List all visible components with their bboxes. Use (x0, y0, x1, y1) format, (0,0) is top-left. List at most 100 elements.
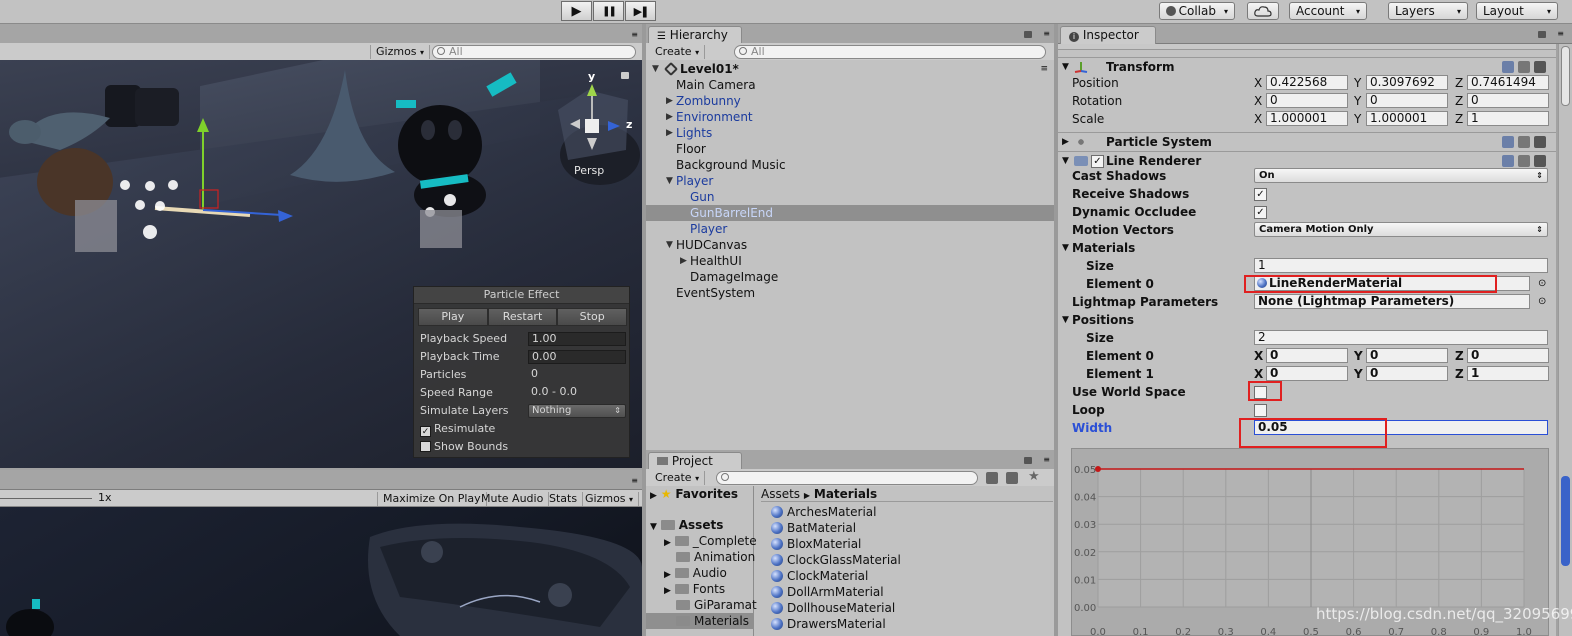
position-element0-y-field[interactable]: 0 (1366, 348, 1448, 363)
position-z-field[interactable]: 0.7461494 (1467, 75, 1549, 90)
rotation-x-field[interactable]: 0 (1266, 93, 1348, 108)
lock-icon[interactable] (1024, 457, 1032, 464)
resimulate-checkbox[interactable]: ✓ (420, 426, 431, 437)
position-y-field[interactable]: 0.3097692 (1366, 75, 1448, 90)
position-x-field[interactable]: 0.422568 (1266, 75, 1348, 90)
positions-size-field[interactable]: 2 (1254, 330, 1548, 345)
help-icon[interactable] (1502, 136, 1514, 148)
playback-time-field[interactable]: 0.00 (528, 350, 626, 364)
position-element0-z-field[interactable]: 0 (1467, 348, 1549, 363)
lightmap-field[interactable]: None (Lightmap Parameters) (1254, 294, 1530, 309)
step-button[interactable]: ▶❚ (625, 1, 656, 21)
position-element0-x-field[interactable]: 0 (1266, 348, 1348, 363)
expand-arrow-icon[interactable]: ▶ (664, 538, 671, 548)
expand-arrow-icon[interactable]: ▶ (666, 93, 673, 109)
scale-y-field[interactable]: 1.000001 (1366, 111, 1448, 126)
object-picker-icon[interactable]: ⊙ (1538, 293, 1546, 311)
help-icon[interactable] (1502, 61, 1514, 73)
inspector-scrollbar[interactable] (1558, 44, 1572, 636)
gear-icon[interactable] (1534, 155, 1546, 167)
filter-type-icon[interactable] (986, 472, 998, 484)
receive-shadows-checkbox[interactable]: ✓ (1254, 188, 1267, 201)
breadcrumb-materials[interactable]: Materials (814, 487, 877, 501)
asset-item[interactable]: BatMaterial (771, 520, 856, 536)
asset-item[interactable]: DrawersMaterial (771, 616, 886, 632)
preset-icon[interactable] (1518, 61, 1530, 73)
width-curve-field[interactable]: 0.05 (1254, 420, 1548, 435)
panel-menu-icon[interactable]: ≡ (1040, 61, 1048, 77)
loop-checkbox[interactable] (1254, 404, 1267, 417)
position-element1-x-field[interactable]: 0 (1266, 366, 1348, 381)
asset-item[interactable]: ClockGlassMaterial (771, 552, 901, 568)
account-dropdown[interactable]: Account ▾ (1289, 2, 1367, 20)
layers-dropdown[interactable]: Layers ▾ (1388, 2, 1468, 20)
hierarchy-item[interactable]: Floor (646, 141, 1054, 157)
game-gizmos-dropdown[interactable]: Gizmos ▾ (580, 492, 640, 506)
expand-arrow-icon[interactable]: ▼ (666, 173, 673, 189)
scene-view[interactable]: y z Persp Particle Effect Play Restart S… (0, 60, 642, 468)
position-element1-z-field[interactable]: 1 (1467, 366, 1549, 381)
particle-play-button[interactable]: Play (418, 308, 488, 326)
object-picker-icon[interactable]: ⊙ (1538, 275, 1546, 293)
preset-icon[interactable] (1518, 136, 1530, 148)
panel-menu-icon[interactable]: ≡ (1043, 29, 1050, 38)
layout-dropdown[interactable]: Layout ▾ (1476, 2, 1558, 20)
filter-label-icon[interactable] (1006, 472, 1018, 484)
expand-arrow-icon[interactable]: ▼ (650, 522, 657, 532)
assets-row[interactable]: ▼ Assets (650, 517, 723, 533)
project-search-input[interactable] (716, 471, 978, 485)
hierarchy-item[interactable]: ▶ HealthUI (646, 253, 1054, 269)
motion-vectors-dropdown[interactable]: Camera Motion Only ⇕ (1254, 222, 1548, 237)
expand-arrow-icon[interactable]: ▶ (664, 570, 671, 580)
expand-arrow-icon[interactable]: ▼ (1062, 239, 1069, 257)
hierarchy-item[interactable]: Main Camera (646, 77, 1054, 93)
scene-root-row[interactable]: ▼ Level01* ≡ (646, 61, 1054, 77)
scale-z-field[interactable]: 1 (1467, 111, 1549, 126)
particle-stop-button[interactable]: Stop (557, 308, 628, 326)
scene-gizmos-dropdown[interactable]: Gizmos ▾ (370, 45, 431, 59)
scene-search-input[interactable]: All (432, 45, 636, 59)
persp-label[interactable]: Persp (574, 164, 604, 177)
gear-icon[interactable] (1534, 136, 1546, 148)
hierarchy-item[interactable]: DamageImage (646, 269, 1054, 285)
pause-button[interactable]: ❚❚ (593, 1, 624, 21)
hierarchy-item[interactable]: ▼ Player (646, 173, 1054, 189)
panel-menu-icon[interactable]: ≡ (1557, 29, 1564, 38)
star-icon[interactable]: ★ (1028, 469, 1040, 484)
hierarchy-item[interactable]: Background Music (646, 157, 1054, 173)
tab-inspector[interactable]: i Inspector (1060, 26, 1156, 44)
scale-x-field[interactable]: 1.000001 (1266, 111, 1348, 126)
dynamic-occludee-checkbox[interactable]: ✓ (1254, 206, 1267, 219)
hierarchy-create-dropdown[interactable]: Create ▾ (650, 45, 706, 59)
asset-item[interactable]: ClockMaterial (771, 568, 868, 584)
cast-shadows-dropdown[interactable]: On ⇕ (1254, 168, 1548, 183)
rotation-y-field[interactable]: 0 (1366, 93, 1448, 108)
play-button[interactable]: ▶ (561, 1, 592, 21)
folder-item[interactable]: ▶ Fonts (664, 581, 725, 597)
transform-header[interactable]: ▼ Transform (1058, 57, 1556, 75)
lock-icon[interactable] (1024, 31, 1032, 38)
panel-menu-icon[interactable]: ≡ (631, 476, 638, 485)
collab-dropdown[interactable]: Collab ▾ (1159, 2, 1235, 20)
lock-icon[interactable] (1538, 31, 1546, 38)
mute-audio-button[interactable]: Mute Audio (476, 492, 550, 506)
tab-hierarchy[interactable]: ☰ Hierarchy (648, 26, 742, 44)
expand-arrow-icon[interactable]: ▶ (664, 586, 671, 596)
rotation-z-field[interactable]: 0 (1467, 93, 1549, 108)
stats-button[interactable]: Stats (544, 492, 584, 506)
panel-menu-icon[interactable]: ≡ (1043, 455, 1050, 464)
expand-arrow-icon[interactable]: ▼ (652, 61, 659, 77)
panel-menu-icon[interactable]: ≡ (631, 30, 638, 39)
position-element1-y-field[interactable]: 0 (1366, 366, 1448, 381)
lock-icon[interactable] (621, 72, 629, 79)
expand-arrow-icon[interactable]: ▼ (666, 237, 673, 253)
hierarchy-item[interactable]: Player (646, 221, 1054, 237)
folder-item[interactable]: Animation (676, 549, 755, 565)
hierarchy-item[interactable]: ▶ Zombunny (646, 93, 1054, 109)
game-view[interactable] (0, 507, 642, 636)
folder-item[interactable]: ▶ _Complete (664, 533, 757, 549)
show-bounds-checkbox[interactable] (420, 441, 431, 452)
scale-slider-track[interactable] (0, 498, 92, 499)
gear-icon[interactable] (1534, 61, 1546, 73)
folder-item[interactable]: GiParamat (676, 597, 757, 613)
